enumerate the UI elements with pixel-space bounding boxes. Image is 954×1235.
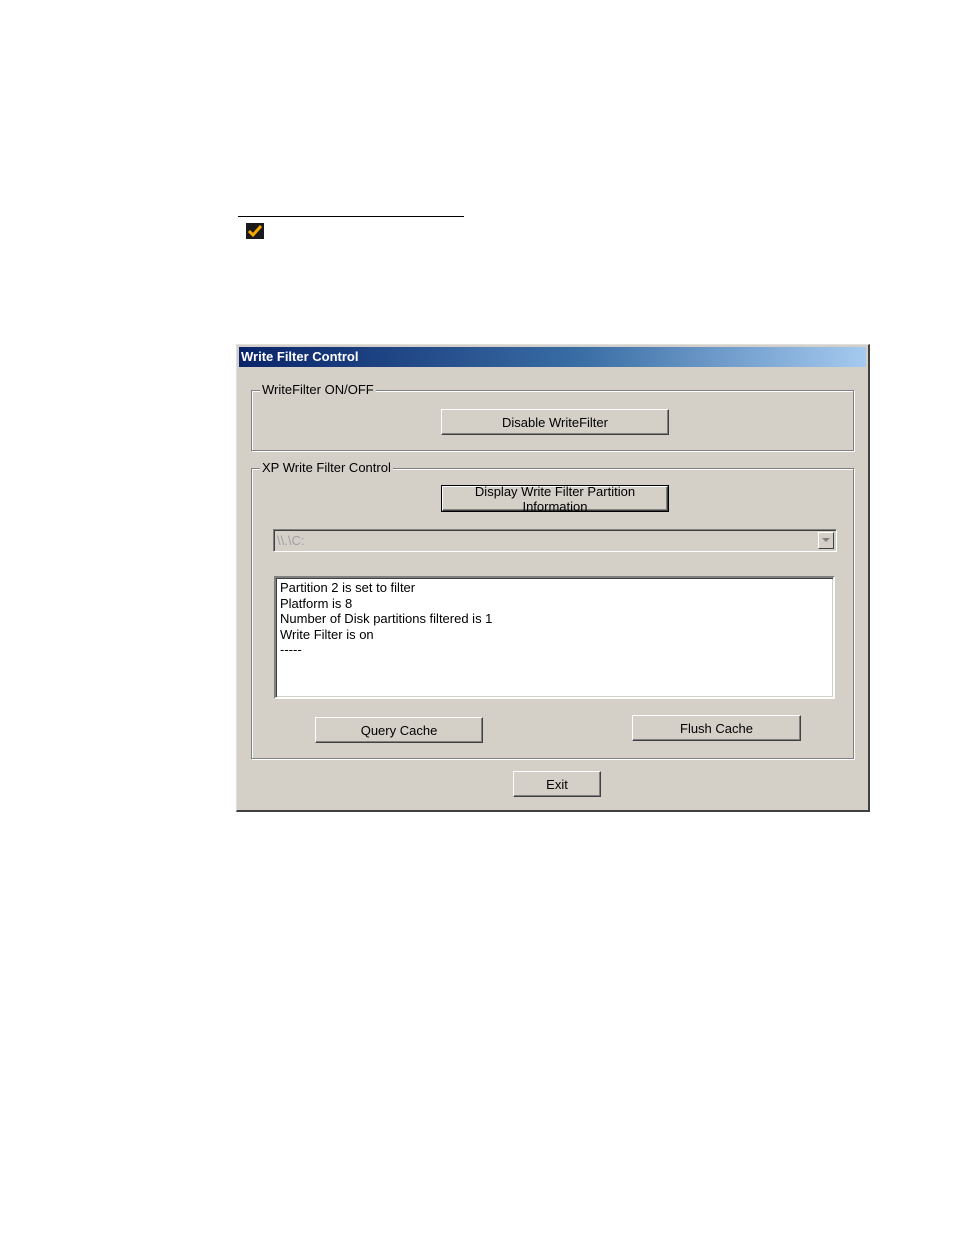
horizontal-rule xyxy=(238,216,464,217)
window-title[interactable]: Write Filter Control xyxy=(239,347,866,367)
drive-select-value: \\.\C: xyxy=(277,533,305,548)
list-item: Partition 2 is set to filter xyxy=(280,580,416,595)
write-filter-control-window: Write Filter Control WriteFilter ON/OFF … xyxy=(236,344,870,812)
flush-cache-button[interactable]: Flush Cache xyxy=(632,715,801,741)
exit-button[interactable]: Exit xyxy=(513,771,601,797)
writefilter-onoff-legend: WriteFilter ON/OFF xyxy=(260,382,376,398)
writefilter-onoff-group: WriteFilter ON/OFF Disable WriteFilter xyxy=(251,382,854,451)
query-cache-button[interactable]: Query Cache xyxy=(315,717,483,743)
list-item: Number of Disk partitions filtered is 1 xyxy=(280,611,493,626)
disable-writefilter-button[interactable]: Disable WriteFilter xyxy=(441,409,669,435)
output-listbox[interactable]: Partition 2 is set to filter Platform is… xyxy=(274,576,835,699)
check-icon xyxy=(246,223,264,239)
list-item: Write Filter is on xyxy=(280,626,374,642)
xp-write-filter-control-group: XP Write Filter Control Display Write Fi… xyxy=(251,460,854,759)
drive-select[interactable]: \\.\C: xyxy=(273,529,837,552)
list-item: ----- xyxy=(280,642,302,657)
xp-write-filter-control-legend: XP Write Filter Control xyxy=(260,460,393,476)
chevron-down-icon[interactable] xyxy=(818,532,834,549)
list-item: Platform is 8 xyxy=(280,595,353,611)
display-partition-info-button[interactable]: Display Write Filter Partition Informati… xyxy=(441,484,669,514)
